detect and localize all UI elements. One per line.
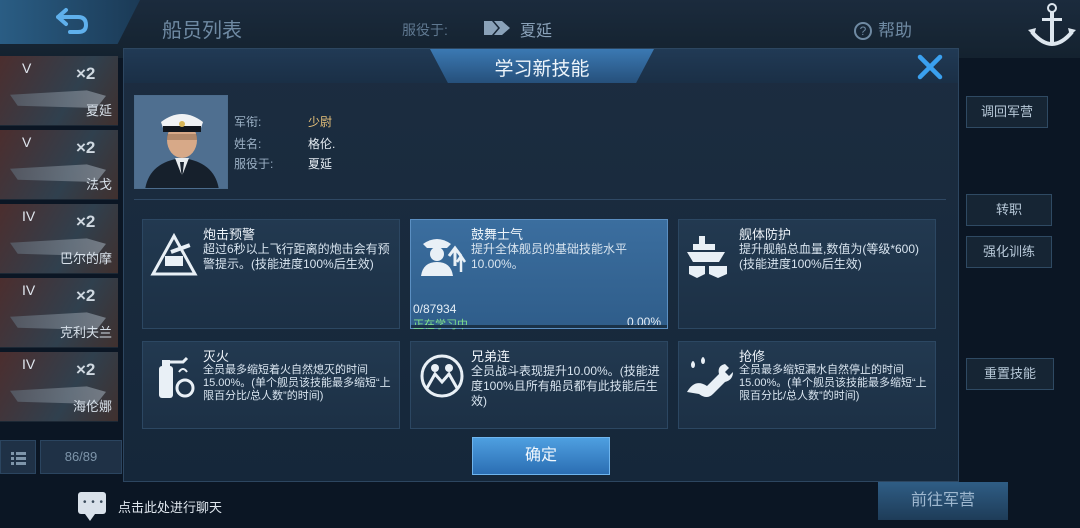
help-button[interactable]: ? 帮助 bbox=[854, 16, 912, 41]
crew-multiplier: ×2 bbox=[76, 64, 96, 83]
crew-tier: V bbox=[22, 134, 32, 150]
crew-ship-name: 巴尔的摩 bbox=[59, 251, 112, 266]
transfer-button[interactable]: 转职 bbox=[966, 194, 1052, 226]
skill-progress-value: 0/87934 bbox=[413, 302, 457, 316]
name-label: 姓名: bbox=[234, 137, 262, 151]
skill-description: 全员战斗表现提升10.00%。(技能进度100%且所有船员都有此技能后生效) bbox=[471, 364, 660, 408]
crew-multiplier: ×2 bbox=[76, 138, 96, 157]
crew-ship-name: 法戈 bbox=[85, 177, 112, 192]
confirm-button[interactable]: 确定 bbox=[472, 437, 610, 475]
crew-list-footer: 86/89 bbox=[0, 440, 122, 474]
crew-card[interactable]: IV ×2 巴尔的摩 bbox=[0, 204, 118, 274]
serve-ship-name: 夏延 bbox=[520, 23, 553, 40]
skill-name: 鼓舞士气 bbox=[471, 227, 524, 242]
skill-status: 正在学习中 bbox=[413, 316, 468, 332]
back-arrow-icon bbox=[56, 8, 88, 34]
serve-value: 夏延 bbox=[308, 157, 333, 171]
hull-shield-icon bbox=[687, 236, 727, 278]
officer-rally-icon bbox=[421, 239, 467, 276]
crew-card[interactable]: V ×2 法戈 bbox=[0, 130, 118, 200]
skill-card-artillery-warning[interactable]: 炮击预警 超过6秒以上飞行距离的炮击会有预警提示。(技能进度100%后生效) bbox=[142, 219, 400, 329]
goto-barracks-button[interactable]: 前往军营 bbox=[878, 482, 1008, 520]
help-label: 帮助 bbox=[878, 21, 912, 40]
repair-wrench-icon bbox=[687, 357, 733, 397]
officer-avatar-icon bbox=[135, 96, 227, 188]
skill-name: 舰体防护 bbox=[739, 227, 792, 242]
skill-card-emergency-repair[interactable]: 抢修 全员最多缩短漏水自然停止的时间15.00%。(单个舰员该技能最多缩短“上限… bbox=[678, 341, 936, 429]
skill-description: 超过6秒以上飞行距离的炮击会有预警提示。(技能进度100%后生效) bbox=[203, 242, 390, 271]
skill-card-firefighting[interactable]: 灭火 全员最多缩短着火自然熄灭的时间15.00%。(单个舰员该技能最多缩短“上限… bbox=[142, 341, 400, 429]
reset-skills-button[interactable]: 重置技能 bbox=[966, 358, 1054, 390]
enhance-training-button[interactable]: 强化训练 bbox=[966, 236, 1052, 268]
learn-skill-dialog: 学习新技能 军衔: 少尉 姓名: 格伦. 服役于: 夏延 炮击预警 超过6秒以上… bbox=[123, 48, 959, 482]
nation-flag-icon bbox=[484, 21, 510, 35]
skill-description: 提升舰船总血量,数值为(等级*600)(技能进度100%后生效) bbox=[739, 242, 920, 271]
crew-card[interactable]: IV ×2 海伦娜 bbox=[0, 352, 118, 422]
crew-list: V ×2 夏延 V ×2 法戈 IV ×2 巴尔的摩 IV ×2 克利夫兰 IV… bbox=[0, 56, 122, 432]
crew-card[interactable]: IV ×2 克利夫兰 bbox=[0, 278, 118, 348]
crew-card[interactable]: V ×2 夏延 bbox=[0, 56, 118, 126]
crew-multiplier: ×2 bbox=[76, 212, 96, 231]
skill-card-morale[interactable]: 鼓舞士气 提升全体舰员的基础技能水平10.00%。 0/87934 正在学习中 … bbox=[410, 219, 668, 332]
crew-tier: V bbox=[22, 60, 32, 76]
crew-multiplier: ×2 bbox=[76, 360, 96, 379]
crew-ship-name: 克利夫兰 bbox=[59, 325, 112, 340]
chat-hint: 点击此处进行聊天 bbox=[118, 500, 223, 515]
crew-tier: IV bbox=[22, 356, 36, 372]
fire-extinguisher-icon bbox=[159, 356, 195, 398]
page-title: 船员列表 bbox=[162, 20, 242, 42]
crew-tier: IV bbox=[22, 282, 36, 298]
crew-profile: 军衔: 少尉 姓名: 格伦. 服役于: 夏延 bbox=[134, 95, 944, 195]
skill-description: 全员最多缩短着火自然熄灭的时间15.00%。(单个舰员该技能最多缩短“上限百分比… bbox=[203, 364, 391, 402]
list-icon bbox=[11, 452, 26, 465]
recall-barracks-button[interactable]: 调回军营 bbox=[966, 96, 1048, 128]
back-button[interactable] bbox=[0, 0, 140, 44]
crew-tier: IV bbox=[22, 208, 36, 224]
dialog-title: 学习新技能 bbox=[494, 59, 590, 80]
crew-ship-name: 夏延 bbox=[85, 103, 112, 118]
brotherhood-icon bbox=[420, 354, 464, 398]
crew-count: 86/89 bbox=[40, 440, 122, 474]
close-icon[interactable] bbox=[916, 53, 944, 81]
help-icon: ? bbox=[854, 22, 872, 40]
chat-entry[interactable]: • • • 点击此处进行聊天 bbox=[78, 492, 258, 521]
rank-value: 少尉 bbox=[308, 115, 333, 129]
crew-ship-name: 海伦娜 bbox=[72, 399, 112, 414]
divider bbox=[134, 199, 946, 200]
crew-multiplier: ×2 bbox=[76, 286, 96, 305]
officer-portrait bbox=[134, 95, 228, 189]
serve-label: 服役于: bbox=[402, 22, 448, 38]
skill-name: 兄弟连 bbox=[471, 349, 511, 364]
skill-name: 炮击预警 bbox=[203, 227, 256, 242]
skill-name: 抢修 bbox=[739, 349, 766, 364]
name-value: 格伦. bbox=[308, 137, 336, 151]
skill-card-hull-protection[interactable]: 舰体防护 提升舰船总血量,数值为(等级*600)(技能进度100%后生效) bbox=[678, 219, 936, 329]
skill-name: 灭火 bbox=[203, 349, 230, 364]
skill-description: 全员最多缩短漏水自然停止的时间15.00%。(单个舰员该技能最多缩短“上限百分比… bbox=[739, 364, 927, 402]
skill-progress-bar bbox=[411, 325, 667, 328]
rank-label: 军衔: bbox=[234, 115, 262, 129]
anchor-icon[interactable] bbox=[1028, 0, 1076, 54]
skill-description: 提升全体舰员的基础技能水平10.00%。 bbox=[471, 242, 628, 271]
serve-label: 服役于: bbox=[234, 157, 274, 171]
skill-card-brotherhood[interactable]: 兄弟连 全员战斗表现提升10.00%。(技能进度100%且所有船员都有此技能后生… bbox=[410, 341, 668, 429]
chat-bubble-icon: • • • bbox=[78, 492, 106, 521]
turret-warning-icon bbox=[150, 232, 198, 276]
list-toggle-button[interactable] bbox=[0, 440, 36, 474]
